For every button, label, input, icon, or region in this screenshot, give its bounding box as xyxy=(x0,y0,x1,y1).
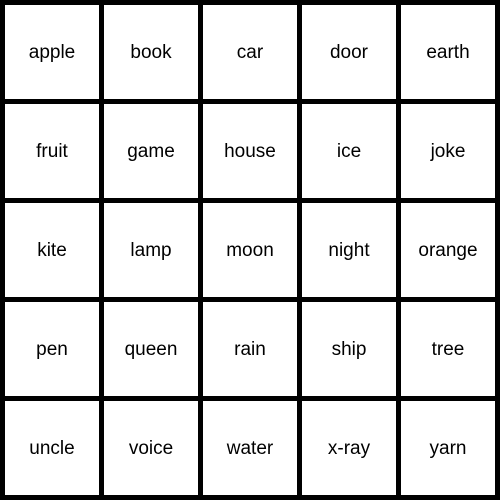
bingo-cell[interactable]: book xyxy=(104,5,198,99)
bingo-cell[interactable]: rain xyxy=(203,302,297,396)
bingo-cell[interactable]: yarn xyxy=(401,401,495,495)
cell-word: kite xyxy=(37,239,67,261)
cell-word: pen xyxy=(36,338,68,360)
cell-word: rain xyxy=(234,338,266,360)
bingo-cell[interactable]: car xyxy=(203,5,297,99)
cell-word: orange xyxy=(418,239,478,261)
bingo-cell[interactable]: tree xyxy=(401,302,495,396)
cell-word: apple xyxy=(28,41,76,63)
cell-word: moon xyxy=(226,239,274,261)
cell-word: ship xyxy=(331,338,367,360)
bingo-cell[interactable]: pen xyxy=(5,302,99,396)
bingo-cell[interactable]: house xyxy=(203,104,297,198)
bingo-cell[interactable]: door xyxy=(302,5,396,99)
cell-word: night xyxy=(328,239,370,261)
bingo-cell[interactable]: fruit xyxy=(5,104,99,198)
cell-word: earth xyxy=(426,41,470,63)
cell-word: queen xyxy=(124,338,178,360)
cell-word: tree xyxy=(431,338,465,360)
bingo-cell[interactable]: lamp xyxy=(104,203,198,297)
bingo-cell[interactable]: game xyxy=(104,104,198,198)
bingo-cell[interactable]: joke xyxy=(401,104,495,198)
bingo-cell[interactable]: night xyxy=(302,203,396,297)
bingo-cell[interactable]: ice xyxy=(302,104,396,198)
bingo-cell[interactable]: kite xyxy=(5,203,99,297)
cell-word: car xyxy=(236,41,264,63)
cell-word: lamp xyxy=(130,239,172,261)
cell-word: game xyxy=(127,140,175,162)
bingo-cell[interactable]: earth xyxy=(401,5,495,99)
bingo-cell[interactable]: queen xyxy=(104,302,198,396)
bingo-cell[interactable]: moon xyxy=(203,203,297,297)
bingo-cell[interactable]: uncle xyxy=(5,401,99,495)
bingo-cell[interactable]: voice xyxy=(104,401,198,495)
cell-word: fruit xyxy=(36,140,68,162)
cell-word: house xyxy=(224,140,276,162)
cell-word: water xyxy=(226,437,274,459)
bingo-cell[interactable]: x-ray xyxy=(302,401,396,495)
cell-word: voice xyxy=(128,437,174,459)
cell-word: joke xyxy=(430,140,466,162)
bingo-cell[interactable]: orange xyxy=(401,203,495,297)
cell-word: x-ray xyxy=(327,437,371,459)
cell-word: book xyxy=(130,41,172,63)
cell-word: ice xyxy=(336,140,362,162)
bingo-cell[interactable]: ship xyxy=(302,302,396,396)
cell-word: yarn xyxy=(429,437,467,459)
cell-word: door xyxy=(329,41,369,63)
cell-word: uncle xyxy=(29,437,75,459)
bingo-cell[interactable]: apple xyxy=(5,5,99,99)
bingo-cell[interactable]: water xyxy=(203,401,297,495)
word-bingo-board: apple book car door earth fruit game hou… xyxy=(0,0,500,500)
